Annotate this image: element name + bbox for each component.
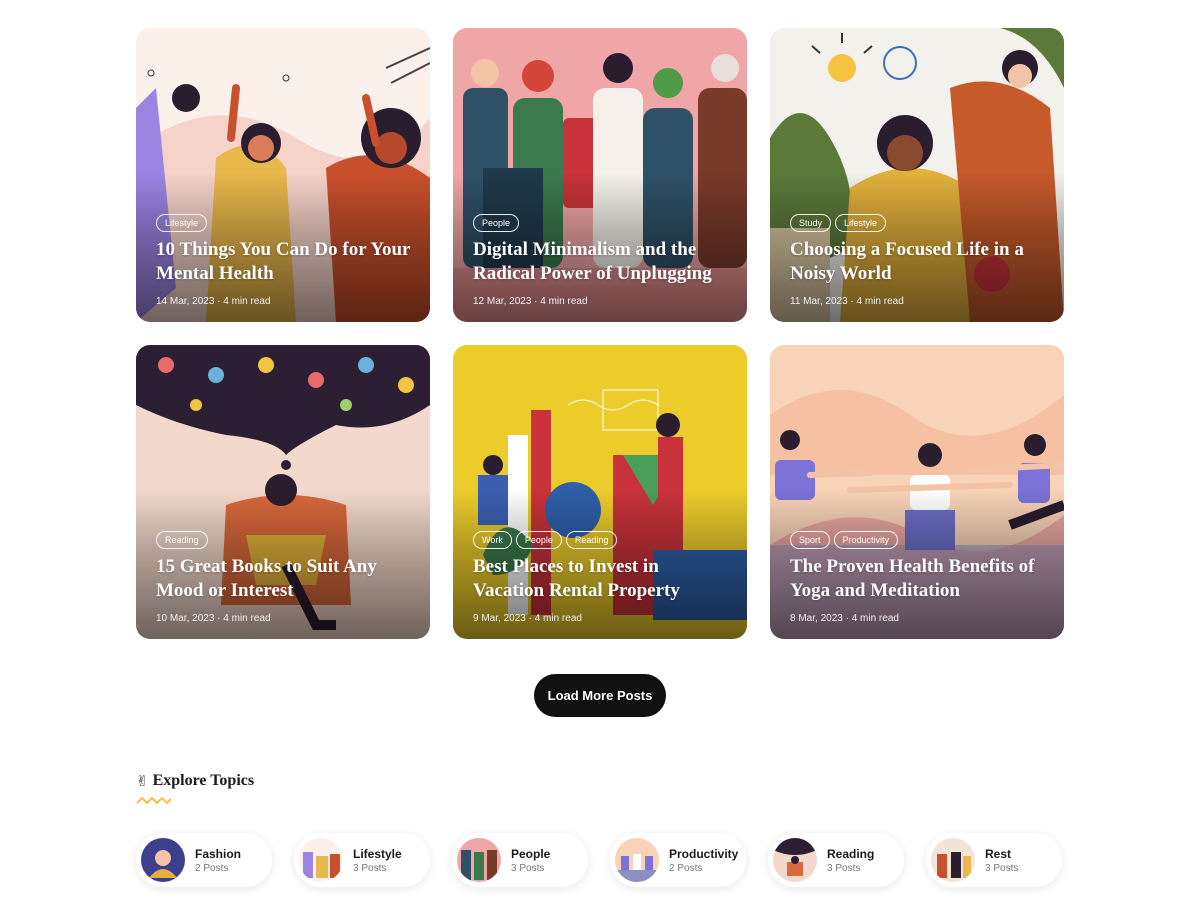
tag-badge[interactable]: Lifestyle xyxy=(835,214,887,232)
topic-thumbnail xyxy=(457,838,501,882)
post-meta: 10 Mar, 2023 · 4 min read xyxy=(156,613,271,624)
topic-thumbnail xyxy=(773,838,817,882)
tag-badge[interactable]: People xyxy=(515,531,562,549)
tag-badge[interactable]: Lifestyle xyxy=(156,214,208,232)
topic-name: Fashion xyxy=(195,846,242,861)
topic-rest[interactable]: Rest 3 Posts xyxy=(926,833,1062,887)
topics-list: Fashion 2 Posts Lifestyle 3 Posts People 3 … xyxy=(136,833,1062,887)
topic-fashion[interactable]: Fashion 2 Posts xyxy=(136,833,272,887)
topic-name: Reading xyxy=(827,846,875,861)
tag-badge[interactable]: Productivity xyxy=(833,531,899,549)
post-read-time: 4 min read xyxy=(540,296,588,307)
post-date: 11 Mar, 2023 xyxy=(790,296,848,307)
post-tags: Study Lifestyle xyxy=(790,214,1050,232)
tag-badge[interactable]: People xyxy=(473,214,520,232)
topic-thumbnail xyxy=(931,838,975,882)
post-date: 14 Mar, 2023 xyxy=(156,296,215,307)
post-title[interactable]: 10 Things You Can Do for Your Mental Hea… xyxy=(156,238,416,286)
tag-badge[interactable]: Study xyxy=(790,214,832,232)
victory-hand-icon: ✌ xyxy=(136,773,149,790)
post-title[interactable]: 15 Great Books to Suit Any Mood or Inter… xyxy=(156,555,416,603)
tag-badge[interactable]: Sport xyxy=(790,531,830,549)
tag-badge[interactable]: Work xyxy=(473,531,512,549)
post-meta: 14 Mar, 2023 · 4 min read xyxy=(156,296,271,307)
topic-name: Lifestyle xyxy=(353,846,402,861)
post-meta: 9 Mar, 2023 · 4 min read xyxy=(473,613,582,624)
topic-productivity[interactable]: Productivity 2 Posts xyxy=(610,833,746,887)
squiggle-underline-icon xyxy=(136,796,172,805)
post-date: 12 Mar, 2023 xyxy=(473,296,532,307)
topic-count: 3 Posts xyxy=(827,862,861,874)
post-card[interactable]: Lifestyle 10 Things You Can Do for Your … xyxy=(136,28,430,322)
post-card[interactable]: Study Lifestyle Choosing a Focused Life … xyxy=(770,28,1064,322)
post-tags: People xyxy=(473,214,733,232)
post-meta: 11 Mar, 2023 · 4 min read xyxy=(790,296,904,307)
post-title[interactable]: Digital Minimalism and the Radical Power… xyxy=(473,238,733,286)
topics-heading: ✌ Explore Topics xyxy=(136,772,254,790)
topic-thumbnail xyxy=(141,838,185,882)
post-tags: Work People Reading xyxy=(473,531,733,549)
tag-badge[interactable]: Reading xyxy=(156,531,208,549)
post-read-time: 4 min read xyxy=(534,613,582,624)
post-tags: Lifestyle xyxy=(156,214,416,232)
topic-name: Rest xyxy=(985,846,1012,861)
post-title[interactable]: The Proven Health Benefits of Yoga and M… xyxy=(790,555,1050,603)
post-read-time: 4 min read xyxy=(856,296,904,307)
topic-name: Productivity xyxy=(669,846,739,861)
topic-thumbnail xyxy=(299,838,343,882)
post-title[interactable]: Choosing a Focused Life in a Noisy World xyxy=(790,238,1050,286)
topic-count: 3 Posts xyxy=(511,862,545,874)
post-read-time: 4 min read xyxy=(223,613,271,624)
topic-count: 3 Posts xyxy=(985,862,1019,874)
load-more-button[interactable]: Load More Posts xyxy=(534,674,666,717)
topic-lifestyle[interactable]: Lifestyle 3 Posts xyxy=(294,833,430,887)
topic-count: 2 Posts xyxy=(669,862,703,874)
topic-reading[interactable]: Reading 3 Posts xyxy=(768,833,904,887)
post-date: 8 Mar, 2023 xyxy=(790,613,843,624)
post-card[interactable]: Sport Productivity The Proven Health Ben… xyxy=(770,345,1064,639)
post-card[interactable]: Work People Reading Best Places to Inves… xyxy=(453,345,747,639)
tag-badge[interactable]: Reading xyxy=(565,531,618,549)
topic-count: 2 Posts xyxy=(195,862,229,874)
topic-name: People xyxy=(511,846,551,861)
post-date: 9 Mar, 2023 xyxy=(473,613,526,624)
post-meta: 8 Mar, 2023 · 4 min read xyxy=(790,613,899,624)
topics-title: Explore Topics xyxy=(152,772,255,789)
post-title[interactable]: Best Places to Invest in Vacation Rental… xyxy=(473,555,733,603)
topic-count: 3 Posts xyxy=(353,862,387,874)
topic-people[interactable]: People 3 Posts xyxy=(452,833,588,887)
post-tags: Reading xyxy=(156,531,416,549)
post-tags: Sport Productivity xyxy=(790,531,1050,549)
post-read-time: 4 min read xyxy=(851,613,899,624)
post-card[interactable]: Reading 15 Great Books to Suit Any Mood … xyxy=(136,345,430,639)
post-date: 10 Mar, 2023 xyxy=(156,613,215,624)
posts-grid: Lifestyle 10 Things You Can Do for Your … xyxy=(136,28,1064,639)
post-meta: 12 Mar, 2023 · 4 min read xyxy=(473,296,588,307)
post-read-time: 4 min read xyxy=(223,296,271,307)
post-card[interactable]: People Digital Minimalism and the Radica… xyxy=(453,28,747,322)
topic-thumbnail xyxy=(615,838,659,882)
